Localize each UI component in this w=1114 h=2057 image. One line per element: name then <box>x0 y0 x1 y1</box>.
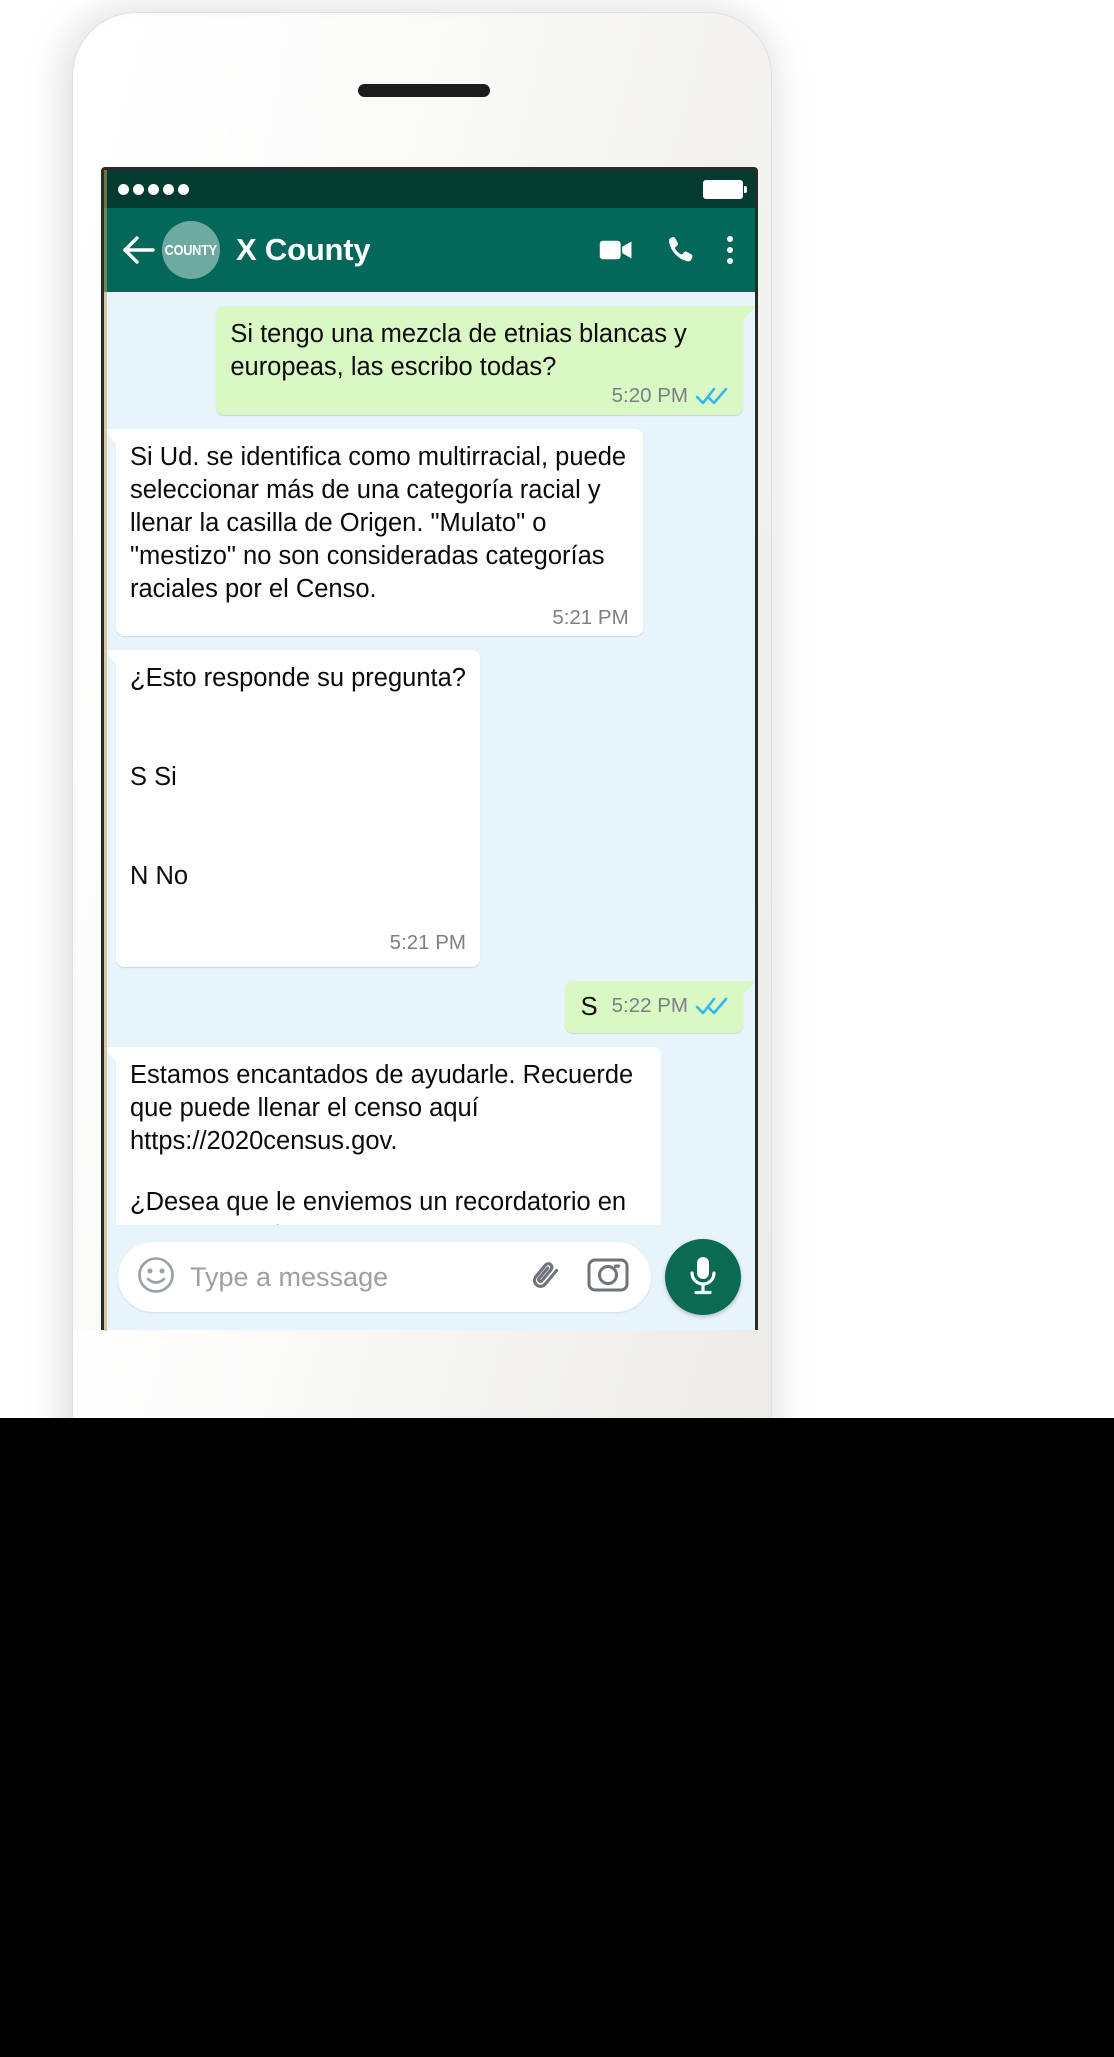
battery-full-icon <box>703 179 747 199</box>
phone-screen: COUNTY X County Si tengo una mezcla de e… <box>101 167 758 1334</box>
message-line: S 5:22 PM <box>581 991 729 1024</box>
phone-earpiece-speaker <box>358 84 490 97</box>
message-question: ¿Esto responde su pregunta? <box>130 664 466 692</box>
menu-dot <box>727 258 733 264</box>
overflow-menu-icon[interactable] <box>727 236 733 264</box>
signal-dot <box>133 183 144 195</box>
message-timestamp: 5:20 PM <box>611 384 688 407</box>
status-bar <box>104 170 755 208</box>
message-list[interactable]: Si tengo una mezcla de etnias blancas y … <box>104 292 755 1329</box>
message-bubble-incoming[interactable]: Si Ud. se identifica como multirracial, … <box>104 428 643 636</box>
header-actions <box>599 233 737 267</box>
message-text: S <box>580 993 598 1021</box>
message-meta: 5:20 PM <box>230 384 729 407</box>
message-paragraph-1: Estamos encantados de ayudarle. Recuerde… <box>130 1061 641 1155</box>
message-row: Si Ud. se identifica como multirracial, … <box>104 428 743 636</box>
option-list: S Si N No <box>130 695 215 959</box>
message-row: ¿Esto responde su pregunta? S Si N No 5:… <box>104 650 743 967</box>
message-composer: Type a message <box>104 1225 755 1329</box>
composer-actions <box>525 1255 629 1300</box>
video-call-icon[interactable] <box>599 233 633 267</box>
message-bubble-incoming-options[interactable]: ¿Esto responde su pregunta? S Si N No 5:… <box>104 650 480 967</box>
message-input-pill[interactable]: Type a message <box>118 1242 651 1312</box>
voice-record-button[interactable] <box>665 1239 741 1315</box>
search-input-placeholder[interactable]: Type a message <box>190 1262 511 1293</box>
phone-call-icon[interactable] <box>663 233 697 267</box>
menu-dot <box>727 247 733 253</box>
avatar-label: COUNTY <box>164 241 218 259</box>
chat-header: COUNTY X County <box>104 208 755 292</box>
camera-icon[interactable] <box>587 1256 629 1299</box>
message-timestamp: 5:22 PM <box>611 994 688 1017</box>
read-receipt-double-check-icon <box>695 996 729 1016</box>
signal-dot <box>178 183 189 195</box>
message-timestamp: 5:21 PM <box>389 931 466 954</box>
message-timestamp: 5:21 PM <box>552 605 629 629</box>
signal-dot <box>118 183 129 195</box>
message-bubble-outgoing[interactable]: Si tengo una mezcla de etnias blancas y … <box>216 306 755 415</box>
quick-reply-option-yes[interactable]: S Si <box>130 761 215 794</box>
quick-reply-options: S Si N No 5:21 PM <box>130 695 466 959</box>
back-arrow-icon[interactable] <box>118 230 158 270</box>
read-receipt-double-check-icon <box>695 386 729 406</box>
signal-strength-dots <box>118 183 189 195</box>
quick-reply-option-no[interactable]: N No <box>130 860 215 893</box>
message-meta: 5:22 PM <box>611 994 729 1017</box>
signal-dot <box>148 183 159 195</box>
microphone-icon <box>686 1253 720 1302</box>
message-meta: 5:21 PM <box>130 605 629 629</box>
message-row: S 5:22 PM <box>116 981 755 1033</box>
emoji-smiley-icon[interactable] <box>136 1255 176 1300</box>
message-row: Si tengo una mezcla de etnias blancas y … <box>116 306 755 415</box>
signal-dot <box>163 183 174 195</box>
message-text: Si tengo una mezcla de etnias blancas y … <box>230 320 694 381</box>
message-bubble-outgoing[interactable]: S 5:22 PM <box>564 981 755 1033</box>
paperclip-attach-icon[interactable] <box>525 1255 565 1300</box>
page-title: X County <box>236 232 371 267</box>
menu-dot <box>727 236 733 242</box>
page-background-bottom <box>0 1418 1114 2057</box>
message-text: Si Ud. se identifica como multirracial, … <box>130 442 634 603</box>
avatar[interactable]: COUNTY <box>162 221 220 279</box>
